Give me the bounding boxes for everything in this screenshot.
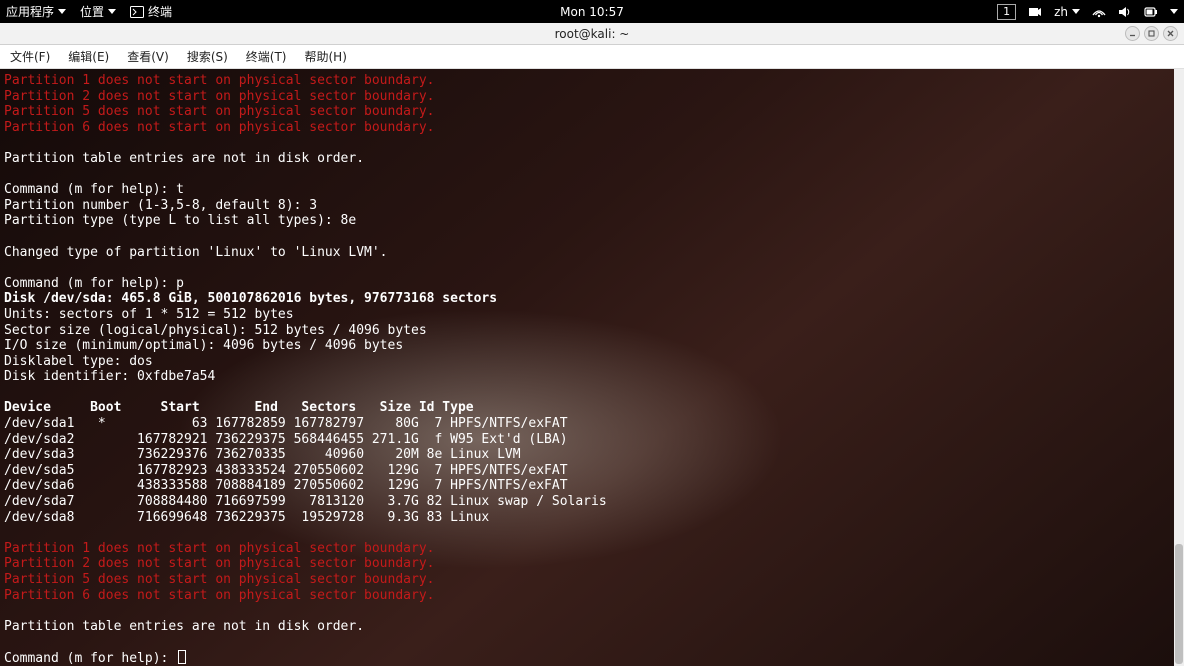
terminal-output[interactable]: Partition 1 does not start on physical s… xyxy=(0,69,1184,666)
menu-file[interactable]: 文件(F) xyxy=(6,46,54,67)
menu-search[interactable]: 搜索(S) xyxy=(183,46,232,67)
close-button[interactable] xyxy=(1163,26,1178,41)
terminal-launcher[interactable]: 终端 xyxy=(130,3,172,20)
input-method-label: zh xyxy=(1054,5,1068,19)
terminal-area[interactable]: Partition 1 does not start on physical s… xyxy=(0,69,1184,666)
terminal-launcher-label: 终端 xyxy=(148,3,172,20)
battery-icon[interactable] xyxy=(1144,6,1158,18)
workspace-number: 1 xyxy=(1003,5,1010,18)
minimize-button[interactable] xyxy=(1125,26,1140,41)
places-label: 位置 xyxy=(80,3,104,20)
scrollbar-thumb[interactable] xyxy=(1175,544,1183,664)
window-title: root@kali: ~ xyxy=(555,27,630,41)
chevron-down-icon xyxy=(108,9,116,14)
menu-edit[interactable]: 编辑(E) xyxy=(64,46,113,67)
applications-menu[interactable]: 应用程序 xyxy=(6,3,66,20)
maximize-button[interactable] xyxy=(1144,26,1159,41)
applications-label: 应用程序 xyxy=(6,3,54,20)
gnome-top-panel: 应用程序 位置 终端 Mon 10:57 1 zh xyxy=(0,0,1184,23)
clock[interactable]: Mon 10:57 xyxy=(560,5,624,19)
places-menu[interactable]: 位置 xyxy=(80,3,116,20)
recorder-icon[interactable] xyxy=(1028,6,1042,18)
system-menu-chevron-icon[interactable] xyxy=(1170,9,1178,14)
chevron-down-icon xyxy=(1072,9,1080,14)
network-icon[interactable] xyxy=(1092,6,1106,18)
menu-terminal[interactable]: 终端(T) xyxy=(242,46,291,67)
workspace-indicator[interactable]: 1 xyxy=(997,4,1016,20)
menu-help[interactable]: 帮助(H) xyxy=(301,46,351,67)
window-titlebar: root@kali: ~ xyxy=(0,23,1184,45)
menubar: 文件(F) 编辑(E) 查看(V) 搜索(S) 终端(T) 帮助(H) xyxy=(0,45,1184,69)
terminal-icon xyxy=(130,6,144,18)
input-method-menu[interactable]: zh xyxy=(1054,5,1080,19)
terminal-scrollbar[interactable] xyxy=(1174,69,1184,666)
clock-text: Mon 10:57 xyxy=(560,5,624,19)
menu-view[interactable]: 查看(V) xyxy=(123,46,173,67)
chevron-down-icon xyxy=(58,9,66,14)
volume-icon[interactable] xyxy=(1118,6,1132,18)
